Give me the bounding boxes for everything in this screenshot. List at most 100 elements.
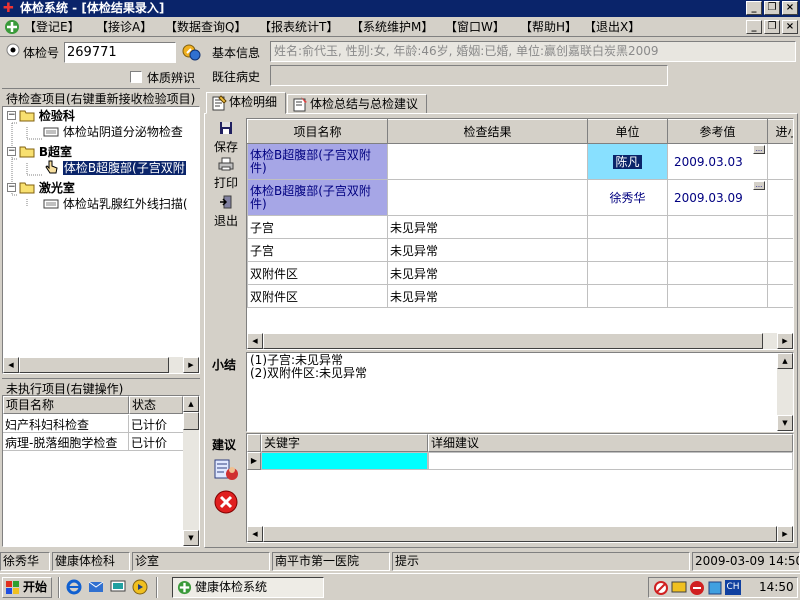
cell-item[interactable]: 双附件区	[247, 261, 388, 285]
menu-query[interactable]: 【数据查询Q】	[165, 19, 246, 35]
cell-result[interactable]	[387, 179, 588, 216]
scroll-thumb[interactable]	[263, 333, 763, 349]
cell-reference[interactable]	[667, 261, 768, 285]
child-restore-button[interactable]: ❐	[764, 20, 780, 34]
app-menu-icon[interactable]	[4, 19, 20, 35]
table-row[interactable]: 双附件区 未见异常	[247, 284, 794, 308]
cell-reference[interactable]	[667, 238, 768, 262]
row-checkbox[interactable]	[793, 245, 794, 257]
cell-unit[interactable]	[587, 238, 668, 262]
col-header-result[interactable]: 检查结果	[387, 119, 588, 144]
tree-hscrollbar[interactable]: ◀ ▶	[3, 357, 199, 373]
ellipsis-button[interactable]: ...	[753, 145, 765, 154]
cell-item[interactable]: 子宫	[247, 215, 388, 239]
scroll-down-button[interactable]: ▼	[183, 530, 199, 546]
table-row[interactable]: 病理-脱落细胞学检查 已计价	[3, 433, 183, 451]
menu-help[interactable]: 【帮助H】	[520, 19, 577, 35]
row-checkbox[interactable]	[793, 291, 794, 303]
unexec-vscrollbar[interactable]: ▲ ▼	[183, 396, 199, 546]
tree-dept-lab[interactable]: 检验科	[19, 108, 75, 124]
table-row[interactable]: 体检B超腹部(子宫双附件) 徐秀华 2009.03.09...	[247, 179, 793, 216]
scroll-down-button[interactable]: ▼	[777, 415, 793, 431]
tree-dept-ultrasound[interactable]: B超室	[19, 144, 72, 160]
expand-toggle[interactable]: −	[7, 111, 16, 120]
close-button[interactable]: ×	[782, 1, 798, 15]
advice-hscrollbar[interactable]: ◀ ▶	[247, 526, 793, 542]
cell-unit[interactable]: 徐秀华	[587, 179, 668, 216]
cell-item[interactable]: 双附件区	[247, 284, 388, 308]
unexec-header-name[interactable]: 项目名称	[3, 396, 129, 414]
delete-advice-button[interactable]	[213, 489, 239, 515]
scroll-up-button[interactable]: ▲	[777, 353, 793, 369]
cell-result[interactable]: 未见异常	[387, 261, 588, 285]
security-icon[interactable]	[707, 580, 723, 596]
table-row[interactable]: 子宫 未见异常	[247, 238, 794, 262]
cell-result[interactable]	[387, 143, 588, 180]
tree-item-selected[interactable]: 体检B超腹部(子宫双附	[43, 160, 186, 176]
monitor-icon[interactable]	[671, 580, 687, 596]
results-grid[interactable]: 项目名称 检查结果 单位 参考值 进小 体检B超腹部(子宫双附件) 陈凡 200…	[246, 118, 794, 350]
cell-result[interactable]: 未见异常	[387, 284, 588, 308]
summary-textarea[interactable]: (1)子宫:未见异常 (2)双附件区:未见异常 ▲ ▼	[246, 352, 794, 432]
cell-extra[interactable]	[767, 284, 794, 308]
tree-item[interactable]: 体检站阴道分泌物检查	[43, 124, 183, 140]
cell-extra[interactable]	[767, 261, 794, 285]
outlook-icon[interactable]	[88, 579, 104, 595]
tree-dept-laser[interactable]: 激光室	[19, 180, 75, 196]
menu-system[interactable]: 【系统维护M】	[351, 19, 433, 35]
cell-reference[interactable]: 2009.03.03...	[667, 143, 768, 180]
unexec-header-status[interactable]: 状态	[129, 396, 183, 414]
col-header-item[interactable]: 项目名称	[247, 119, 388, 144]
tree-item[interactable]: 体检站乳腺红外线扫描(	[43, 196, 188, 212]
col-header-keyword[interactable]: 关键字	[261, 434, 428, 452]
row-checkbox[interactable]	[793, 268, 794, 280]
network-icon[interactable]	[653, 580, 669, 596]
language-indicator[interactable]: CH	[725, 580, 741, 595]
scroll-right-button[interactable]: ▶	[777, 333, 793, 349]
scroll-left-button[interactable]: ◀	[247, 333, 263, 349]
ellipsis-button[interactable]: ...	[753, 181, 765, 190]
ie-icon[interactable]	[66, 579, 82, 595]
taskbar-app-button[interactable]: 健康体检系统	[172, 577, 324, 598]
row-checkbox[interactable]	[793, 222, 794, 234]
cell-extra[interactable]	[767, 238, 794, 262]
table-row[interactable]: 双附件区 未见异常	[247, 261, 794, 285]
basic-info-field[interactable]: 姓名:俞代玉, 性别:女, 年龄:46岁, 婚姻:已婚, 单位:赢创嘉联白炭黑2…	[270, 41, 796, 62]
scroll-thumb[interactable]	[19, 357, 169, 373]
exam-no-input[interactable]: 269771	[64, 42, 176, 63]
menu-exit[interactable]: 【退出X】	[584, 19, 640, 35]
menu-report[interactable]: 【报表统计T】	[259, 19, 338, 35]
cell-item[interactable]: 子宫	[247, 238, 388, 262]
col-header-advice-detail[interactable]: 详细建议	[428, 434, 793, 452]
cell-extra[interactable]	[767, 215, 794, 239]
scroll-right-button[interactable]: ▶	[777, 526, 793, 542]
scroll-right-button[interactable]: ▶	[183, 357, 199, 373]
cell-item[interactable]: 体检B超腹部(子宫双附件)	[247, 179, 388, 216]
cell-extra[interactable]	[767, 179, 793, 216]
cell-reference[interactable]	[667, 215, 768, 239]
table-row[interactable]: 子宫 未见异常	[247, 215, 794, 239]
cell-unit[interactable]	[587, 215, 668, 239]
results-hscrollbar[interactable]: ◀ ▶	[247, 333, 793, 349]
expand-toggle[interactable]: −	[7, 147, 16, 156]
restore-button[interactable]: ❐	[764, 1, 780, 15]
table-row[interactable]: 妇产科妇科检查 已计价	[3, 415, 183, 433]
history-field[interactable]	[270, 65, 668, 86]
child-minimize-button[interactable]: _	[746, 20, 762, 34]
unexecuted-grid[interactable]: 项目名称 状态 妇产科妇科检查 已计价 病理-脱落细胞学检查 已计价 ▲ ▼	[2, 395, 200, 547]
menu-reception[interactable]: 【接诊A】	[96, 19, 152, 35]
start-button[interactable]: 开始	[2, 577, 52, 598]
advice-grid[interactable]: 关键字 详细建议 ▶ ◀ ▶	[246, 433, 794, 543]
cell-reference[interactable]	[667, 284, 768, 308]
constitution-checkbox[interactable]	[130, 71, 142, 83]
cell-result[interactable]: 未见异常	[387, 215, 588, 239]
pending-tree[interactable]: − − − 检验科 体检站阴道分泌物检查 B超室 体检B超腹部(子宫双附 激光室…	[2, 106, 200, 374]
table-row[interactable]: 体检B超腹部(子宫双附件) 陈凡 2009.03.03...	[247, 143, 793, 180]
menu-register[interactable]: 【登记E】	[24, 19, 80, 35]
cell-item[interactable]: 体检B超腹部(子宫双附件)	[247, 143, 388, 180]
cell-unit[interactable]: 陈凡	[587, 143, 668, 180]
col-header-unit[interactable]: 单位	[587, 119, 668, 144]
stop-icon[interactable]	[689, 580, 705, 596]
cell-reference[interactable]: 2009.03.09...	[667, 179, 768, 216]
col-header-extra[interactable]: 进小	[767, 119, 793, 144]
